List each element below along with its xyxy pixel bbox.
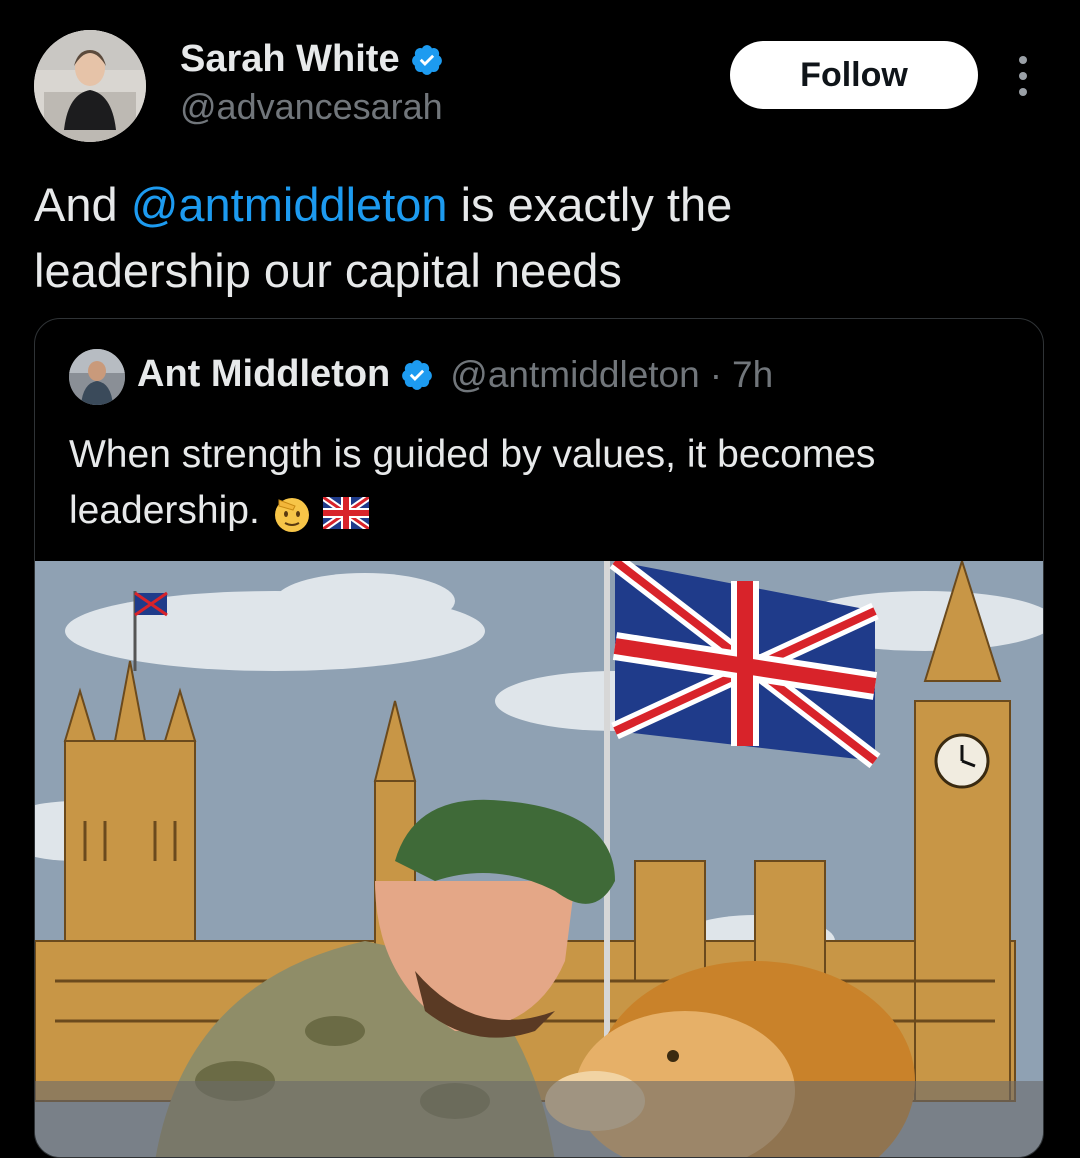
quoted-tweet-card[interactable]: Ant Middleton @antmiddleton · 7h When st… [34, 318, 1044, 1158]
mention-link[interactable]: @antmiddleton [131, 178, 448, 231]
tweet-text-prefix: And [34, 178, 131, 231]
more-dot [1019, 72, 1027, 80]
separator-dot: · [709, 353, 723, 395]
tweet-text-line2: leadership our capital needs [34, 244, 622, 297]
quoted-header: Ant Middleton @antmiddleton · 7h [137, 353, 773, 396]
author-handle[interactable]: @advancesarah [180, 86, 443, 128]
verified-badge-icon [402, 359, 433, 390]
quoted-text-line1: When strength is guided by values, it be… [69, 433, 876, 476]
quoted-tweet-text: When strength is guided by values, it be… [69, 427, 1029, 539]
more-dot [1019, 56, 1027, 64]
quoted-timestamp[interactable]: 7h [732, 354, 773, 396]
quoted-tweet-image[interactable] [35, 561, 1044, 1158]
quoted-author-name[interactable]: Ant Middleton [137, 353, 390, 396]
more-options-icon[interactable] [1010, 56, 1036, 96]
author-name[interactable]: Sarah White [180, 38, 400, 81]
tweet-text-rest: is exactly the [447, 178, 733, 231]
quoted-author-handle[interactable]: @antmiddleton [450, 354, 699, 396]
quoted-author-avatar[interactable] [69, 349, 125, 405]
saluting-face-emoji-icon [274, 497, 309, 532]
uk-flag-emoji-icon [323, 496, 370, 529]
verified-badge-icon [411, 44, 442, 75]
author-avatar[interactable] [34, 30, 146, 142]
quoted-text-line2: leadership. [69, 489, 260, 532]
follow-button[interactable]: Follow [730, 41, 978, 109]
tweet-text: And @antmiddleton is exactly the leaders… [34, 172, 1014, 304]
author-name-row[interactable]: Sarah White [180, 38, 444, 81]
more-dot [1019, 88, 1027, 96]
